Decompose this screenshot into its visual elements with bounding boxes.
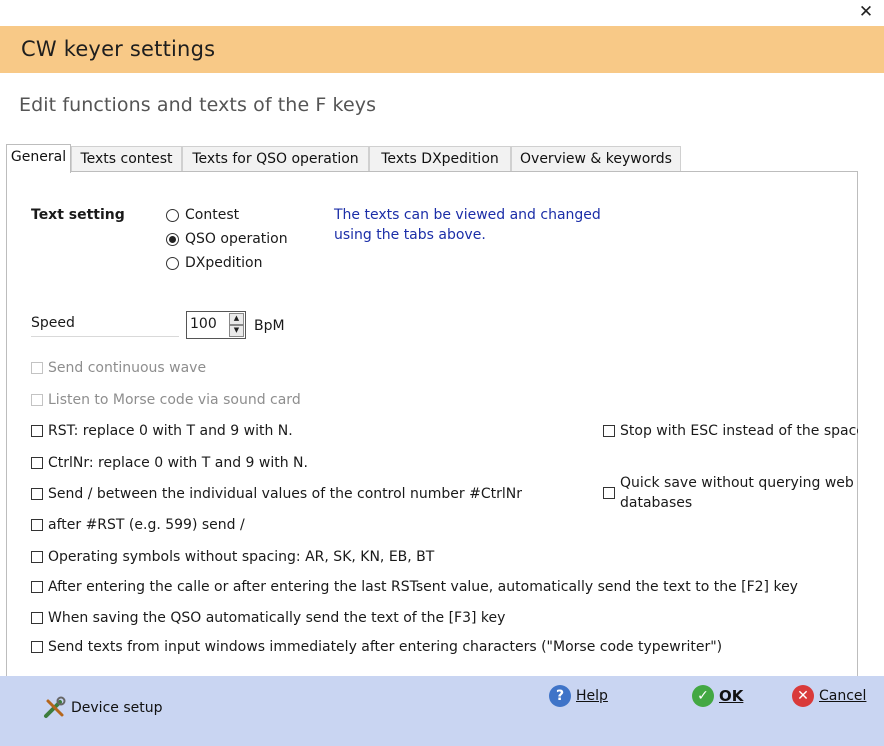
checkbox-label-line: Quick save without querying web (620, 475, 854, 491)
checkbox-send-slash[interactable]: Send / between the individual values of … (31, 486, 522, 502)
general-tab-panel: Text setting Contest QSO operation DXped… (6, 171, 858, 676)
close-button[interactable]: ✕ (856, 2, 876, 22)
checkbox-label-line: databases (620, 495, 693, 511)
tools-icon (44, 696, 66, 718)
window-title: CW keyer settings (21, 37, 216, 61)
checkbox[interactable] (603, 487, 615, 499)
tab-texts-contest[interactable]: Texts contest (71, 146, 182, 172)
speed-value[interactable]: 100 (190, 316, 217, 332)
checkbox-label: Operating symbols without spacing: AR, S… (48, 549, 435, 565)
checkbox-send-texts[interactable]: Send texts from input windows immediatel… (31, 639, 722, 655)
checkbox-label: Stop with ESC instead of the space b (620, 423, 858, 439)
ok-label: OK (719, 687, 744, 705)
radio-label: QSO operation (185, 231, 288, 247)
text-setting-note: The texts can be viewed and changed usin… (334, 205, 601, 245)
checkbox-stop-esc[interactable]: Stop with ESC instead of the space b (603, 423, 858, 439)
text-setting-label: Text setting (31, 207, 125, 223)
checkbox[interactable] (31, 457, 43, 469)
title-bar: CW keyer settings (0, 26, 884, 73)
page-subtitle: Edit functions and texts of the F keys (19, 94, 377, 116)
help-label: Help (576, 688, 608, 704)
checkbox-label: CtrlNr: replace 0 with T and 9 with N. (48, 455, 308, 471)
dialog-footer: Device setup ? Help ✓ OK ✕ Cancel (0, 676, 884, 746)
tab-general[interactable]: General (6, 144, 71, 173)
checkbox-label: RST: replace 0 with T and 9 with N. (48, 423, 293, 439)
radio-button-selected[interactable] (166, 232, 179, 246)
radio-button[interactable] (166, 208, 179, 222)
radio-dxpedition[interactable]: DXpedition (166, 255, 262, 271)
checkbox-label: Send continuous wave (48, 360, 207, 376)
cancel-x-icon: ✕ (792, 685, 814, 707)
ok-button[interactable]: ✓ OK (692, 685, 743, 707)
radio-qso-operation[interactable]: QSO operation (166, 231, 288, 247)
tab-texts-dxpedition[interactable]: Texts DXpedition (369, 146, 511, 172)
note-line: The texts can be viewed and changed (334, 207, 601, 223)
radio-label: DXpedition (185, 255, 263, 271)
checkbox[interactable] (31, 425, 43, 437)
speed-spinner[interactable]: 100 ▲ ▼ (186, 311, 246, 339)
cancel-button[interactable]: ✕ Cancel (792, 685, 866, 707)
radio-label: Contest (185, 207, 240, 223)
checkbox-label: after #RST (e.g. 599) send / (48, 517, 245, 533)
checkbox-sound-card: Listen to Morse code via sound card (31, 392, 301, 408)
checkmark-icon: ✓ (692, 685, 714, 707)
device-setup-label: Device setup (71, 700, 163, 716)
speed-unit: BpM (254, 318, 285, 334)
checkbox (31, 394, 43, 406)
checkbox-label: When saving the QSO automatically send t… (48, 610, 506, 626)
checkbox-after-rst[interactable]: after #RST (e.g. 599) send / (31, 517, 245, 533)
checkbox[interactable] (31, 519, 43, 531)
checkbox-label: Listen to Morse code via sound card (48, 392, 301, 408)
spin-up-icon[interactable]: ▲ (229, 313, 244, 325)
checkbox-saving-qso[interactable]: When saving the QSO automatically send t… (31, 610, 505, 626)
checkbox[interactable] (31, 612, 43, 624)
device-setup-button[interactable]: Device setup (42, 696, 163, 720)
cancel-label: Cancel (819, 688, 867, 704)
checkbox-after-callee[interactable]: After entering the calle or after enteri… (31, 579, 798, 595)
checkbox-ctrlnr-replace[interactable]: CtrlNr: replace 0 with T and 9 with N. (31, 455, 308, 471)
speed-label: Speed (31, 311, 179, 337)
checkbox-label: Send texts from input windows immediatel… (48, 639, 723, 655)
tab-overview-keywords[interactable]: Overview & keywords (511, 146, 681, 172)
note-line: using the tabs above. (334, 227, 486, 243)
checkbox[interactable] (31, 551, 43, 563)
checkbox-label: After entering the calle or after enteri… (48, 579, 798, 595)
checkbox-label: Send / between the individual values of … (48, 486, 522, 502)
checkbox-operating-symbols[interactable]: Operating symbols without spacing: AR, S… (31, 549, 434, 565)
checkbox[interactable] (31, 488, 43, 500)
checkbox-continuous-wave: Send continuous wave (31, 360, 206, 376)
checkbox[interactable] (31, 581, 43, 593)
checkbox-rst-replace[interactable]: RST: replace 0 with T and 9 with N. (31, 423, 293, 439)
checkbox[interactable] (31, 641, 43, 653)
help-button[interactable]: ? Help (549, 685, 608, 707)
checkbox-quick-save[interactable]: Quick save without querying web database… (603, 473, 854, 513)
checkbox (31, 362, 43, 374)
radio-button[interactable] (166, 256, 179, 270)
checkbox-label: Quick save without querying web database… (620, 473, 854, 513)
tab-texts-qso-operation[interactable]: Texts for QSO operation (182, 146, 369, 172)
spinner-buttons: ▲ ▼ (229, 313, 244, 337)
spin-down-icon[interactable]: ▼ (229, 325, 244, 337)
checkbox[interactable] (603, 425, 615, 437)
radio-contest[interactable]: Contest (166, 207, 239, 223)
help-icon: ? (549, 685, 571, 707)
